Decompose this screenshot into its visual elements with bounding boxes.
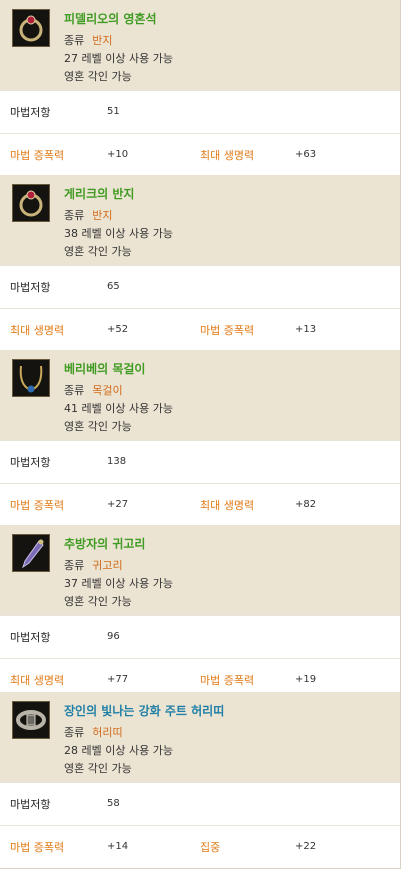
type-value: 귀고리 [92, 559, 123, 572]
soul-bind-text: 영혼 각인 가능 [64, 70, 132, 83]
stat1-value: +14 [107, 841, 129, 852]
item-header: 베리베의 목걸이 종류 목걸이 41 레벨 이상 사용 가능 영혼 각인 가능 [0, 350, 400, 440]
magic-resist-label: 마법저항 [10, 631, 51, 644]
type-value: 반지 [92, 209, 113, 222]
level-value: 27 [64, 52, 78, 65]
stats-row: 최대 생명력 +52 마법 증폭력 +13 [0, 308, 400, 351]
stat1-label: 최대 생명력 [10, 674, 65, 687]
item-header: 추방자의 귀고리 종류 귀고리 37 레벨 이상 사용 가능 영혼 각인 가능 [0, 525, 400, 615]
resist-row: 마법저항 65 [0, 265, 400, 308]
stat2-label: 집중 [200, 841, 221, 854]
soul-bind-text: 영혼 각인 가능 [64, 762, 132, 775]
item-name: 베리베의 목걸이 [64, 362, 146, 376]
magic-resist-value: 58 [107, 798, 120, 809]
level-value: 37 [64, 577, 78, 590]
item-header: 피델리오의 영혼석 종류 반지 27 레벨 이상 사용 가능 영혼 각인 가능 [0, 0, 400, 90]
stat2-value: +13 [295, 324, 317, 335]
stat1-label: 마법 증폭력 [10, 499, 65, 512]
item-card: 피델리오의 영혼석 종류 반지 27 레벨 이상 사용 가능 영혼 각인 가능 마… [0, 0, 401, 177]
stat1-label: 마법 증폭력 [10, 149, 65, 162]
magic-resist-label: 마법저항 [10, 106, 51, 119]
item-header: 게리크의 반지 종류 반지 38 레벨 이상 사용 가능 영혼 각인 가능 [0, 175, 400, 265]
ring-icon[interactable] [12, 184, 50, 222]
type-label: 종류 [64, 384, 85, 397]
stat2-value: +63 [295, 149, 317, 160]
magic-resist-value: 138 [107, 456, 127, 467]
type-value: 목걸이 [92, 384, 123, 397]
type-label: 종류 [64, 209, 85, 222]
soul-bind-text: 영혼 각인 가능 [64, 420, 132, 433]
soul-bind-text: 영혼 각인 가능 [64, 245, 132, 258]
magic-resist-value: 65 [107, 281, 120, 292]
stat2-value: +19 [295, 674, 317, 685]
item-name: 추방자의 귀고리 [64, 537, 146, 551]
stat2-label: 마법 증폭력 [200, 674, 255, 687]
stat2-label: 최대 생명력 [200, 499, 255, 512]
stat1-label: 최대 생명력 [10, 324, 65, 337]
belt-icon[interactable] [12, 701, 50, 739]
level-requirement: 레벨 이상 사용 가능 [81, 227, 173, 240]
magic-resist-label: 마법저항 [10, 281, 51, 294]
soul-bind-text: 영혼 각인 가능 [64, 595, 132, 608]
type-label: 종류 [64, 34, 85, 47]
item-name: 피델리오의 영혼석 [64, 12, 157, 26]
earring-icon[interactable] [12, 534, 50, 572]
stat2-value: +82 [295, 499, 317, 510]
stat1-label: 마법 증폭력 [10, 841, 65, 854]
magic-resist-value: 96 [107, 631, 120, 642]
stats-row: 마법 증폭력 +10 최대 생명력 +63 [0, 133, 400, 176]
magic-resist-value: 51 [107, 106, 120, 117]
type-value: 허리띠 [92, 726, 123, 739]
item-name: 게리크의 반지 [64, 187, 135, 201]
stat1-value: +10 [107, 149, 129, 160]
level-value: 38 [64, 227, 78, 240]
ring-icon[interactable] [12, 9, 50, 47]
resist-row: 마법저항 138 [0, 440, 400, 483]
type-value: 반지 [92, 34, 113, 47]
stat2-value: +22 [295, 841, 317, 852]
level-requirement: 레벨 이상 사용 가능 [81, 744, 173, 757]
type-label: 종류 [64, 559, 85, 572]
item-header: 장인의 빛나는 강화 주트 허리띠 종류 허리띠 28 레벨 이상 사용 가능 영… [0, 692, 400, 782]
stat1-value: +27 [107, 499, 129, 510]
stat1-value: +77 [107, 674, 129, 685]
item-card: 추방자의 귀고리 종류 귀고리 37 레벨 이상 사용 가능 영혼 각인 가능 마… [0, 525, 401, 702]
level-value: 41 [64, 402, 78, 415]
magic-resist-label: 마법저항 [10, 798, 51, 811]
stats-row: 마법 증폭력 +27 최대 생명력 +82 [0, 483, 400, 526]
item-name: 장인의 빛나는 강화 주트 허리띠 [64, 704, 225, 718]
item-card: 베리베의 목걸이 종류 목걸이 41 레벨 이상 사용 가능 영혼 각인 가능 마… [0, 350, 401, 527]
resist-row: 마법저항 51 [0, 90, 400, 133]
resist-row: 마법저항 58 [0, 782, 400, 825]
item-card: 게리크의 반지 종류 반지 38 레벨 이상 사용 가능 영혼 각인 가능 마법저… [0, 175, 401, 352]
level-requirement: 레벨 이상 사용 가능 [81, 402, 173, 415]
level-value: 28 [64, 744, 78, 757]
stat2-label: 최대 생명력 [200, 149, 255, 162]
stat2-label: 마법 증폭력 [200, 324, 255, 337]
resist-row: 마법저항 96 [0, 615, 400, 658]
level-requirement: 레벨 이상 사용 가능 [81, 52, 173, 65]
stat1-value: +52 [107, 324, 129, 335]
level-requirement: 레벨 이상 사용 가능 [81, 577, 173, 590]
magic-resist-label: 마법저항 [10, 456, 51, 469]
necklace-icon[interactable] [12, 359, 50, 397]
type-label: 종류 [64, 726, 85, 739]
item-card: 장인의 빛나는 강화 주트 허리띠 종류 허리띠 28 레벨 이상 사용 가능 영… [0, 692, 401, 869]
